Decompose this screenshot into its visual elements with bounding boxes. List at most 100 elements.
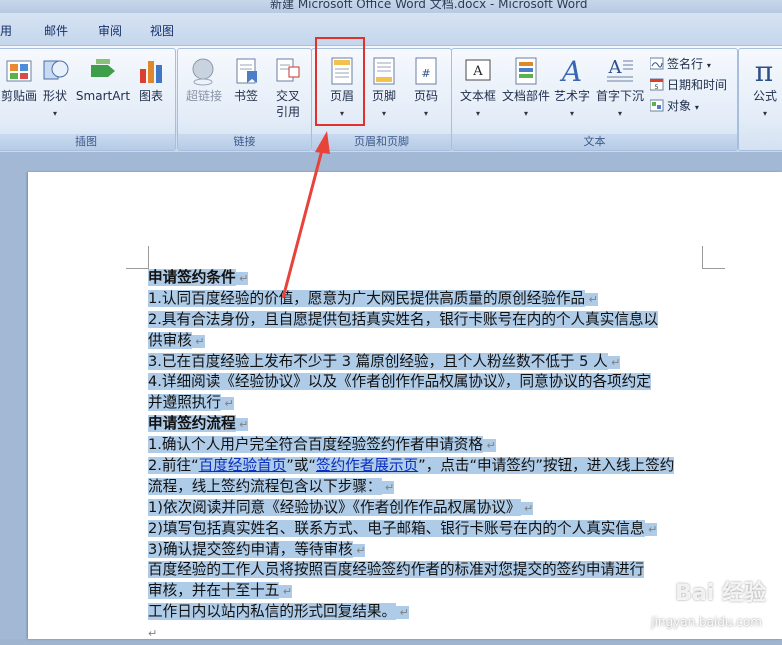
chart-icon (140, 61, 162, 83)
calendar-icon: 5 (650, 78, 664, 91)
paragraph-mark: ↵ (644, 522, 658, 536)
tab-review[interactable]: 审阅 (98, 22, 122, 39)
equation-button[interactable]: π 公式 ▾ (743, 53, 782, 125)
document-line[interactable]: ↵ (148, 623, 704, 644)
selected-text: 3)确认提交签约申请，等待审核 (148, 540, 353, 558)
document-body[interactable]: 申请签约条件 ↵ 1.认同百度经验的价值，愿意为广大网民提供高质量的原创经验作品 … (148, 268, 704, 644)
date-time-label: 日期和时间 (667, 78, 728, 92)
equation-dropdown-icon: ▾ (762, 109, 768, 118)
pi-icon: π (755, 55, 773, 87)
selected-text: 百度经验的工作人员将按照百度经验签约作者的标准对您提交的签约申请进行 (148, 561, 645, 579)
wordart-dropdown-icon: ▾ (569, 109, 575, 118)
drop-cap-dropdown-icon: ▾ (617, 109, 623, 118)
object-button[interactable]: 对象 ▾ (650, 97, 699, 115)
document-line[interactable]: 3)确认提交签约申请，等待审核 ↵ (148, 540, 704, 561)
globe-link-icon (192, 58, 214, 86)
page-number-dropdown-icon: ▾ (423, 109, 429, 118)
drop-cap-button[interactable]: A 首字下沉 ▾ (596, 53, 644, 125)
selected-text: 供审核 (148, 331, 192, 349)
object-dropdown-icon: ▾ (694, 103, 699, 112)
document-line[interactable]: 并遵照执行 ↵ (148, 393, 704, 414)
document-line[interactable]: 百度经验的工作人员将按照百度经验签约作者的标准对您提交的签约申请进行 (148, 560, 704, 581)
cross-reference-label: 交叉 (275, 89, 300, 103)
selected-text: 2.具有合法身份，且自愿提供包括真实姓名，银行卡账号在内的个人真实信息以 (148, 310, 659, 328)
selected-text: 流程，线上签约流程包含以下步骤： (148, 477, 382, 495)
document-line[interactable]: 审核，并在十至十五 ↵ (148, 581, 704, 602)
document-line[interactable]: 流程，线上签约流程包含以下步骤： ↵ (148, 477, 704, 498)
quick-parts-button[interactable]: 文档部件 ▾ (502, 53, 550, 125)
page-number-icon: # (415, 57, 437, 85)
paragraph-mark: ↵ (585, 292, 598, 306)
title-bar: 新建 Microsoft Office Word 文档.docx - Micro… (0, 0, 782, 13)
document-line[interactable]: 申请签约条件 ↵ (148, 268, 704, 289)
text-fragment: ”，点击“申请签约”按钮，进入线上签约 (418, 457, 675, 475)
smartart-icon (91, 59, 115, 77)
paragraph-mark: ↵ (235, 418, 249, 432)
group-links-label: 链接 (178, 134, 311, 150)
document-line[interactable]: 4.详细阅读《经验协议》以及《作者创作作品权属协议》，同意协议的各项约定 (148, 372, 704, 393)
selected-text: 4.详细阅读《经验协议》以及《作者创作作品权属协议》，同意协议的各项约定 (148, 373, 651, 391)
wordart-label: 艺术字 (553, 89, 590, 103)
selected-text: 并遵照执行 (148, 394, 221, 412)
document-line[interactable]: 申请签约流程 ↵ (148, 414, 704, 435)
signature-line-icon (650, 57, 664, 70)
svg-text:π: π (755, 55, 773, 87)
document-line[interactable]: 供审核 ↵ (148, 331, 704, 352)
textbox-label: 文本框 (459, 89, 496, 103)
paragraph-mark: ↵ (352, 543, 366, 557)
crop-mark-top-right (702, 246, 725, 269)
document-line[interactable]: 1.认同百度经验的价值，愿意为广大网民提供高质量的原创经验作品 ↵ (148, 289, 704, 310)
group-text: A 文本框 ▾ 文档部件 ▾ A 艺术字 ▾ A 首字下沉 ▾ 签名行 ▾ 5 … (451, 48, 738, 151)
tab-mailings[interactable]: 邮件 (44, 22, 68, 39)
wordart-button[interactable]: A 艺术字 ▾ (550, 53, 594, 125)
cross-reference-button[interactable]: 交叉 引用 (266, 53, 310, 125)
selected-text: 2)填写包括真实姓名、联系方式、电子邮箱、银行卡账号在内的个人真实信息 (148, 519, 645, 537)
group-symbols: π 公式 ▾ (738, 48, 782, 151)
selected-text: 1.认同百度经验的价值，愿意为广大网民提供高质量的原创经验作品 (148, 289, 586, 307)
document-line[interactable]: 1)依次阅读并同意《经验协议》《作者创作作品权属协议》 ↵ (148, 498, 704, 519)
object-icon (650, 99, 664, 112)
smartart-button[interactable]: SmartArt (76, 53, 130, 125)
smartart-label: SmartArt (75, 89, 131, 103)
signature-line-dropdown-icon: ▾ (706, 61, 711, 70)
paragraph-mark: ↵ (148, 627, 158, 641)
header-button-highlight (315, 37, 365, 126)
document-hyperlink[interactable]: 百度经验首页 (199, 457, 287, 474)
selected-text: 审核，并在十至十五 (148, 582, 280, 600)
svg-text:#: # (421, 67, 430, 80)
textbox-dropdown-icon: ▾ (475, 109, 481, 118)
group-text-label: 文本 (452, 134, 737, 150)
quick-parts-dropdown-icon: ▾ (523, 109, 529, 118)
selected-text: 工作日内以站内私信的形式回复结果。 (148, 603, 397, 621)
bookmark-icon (236, 58, 257, 84)
chart-button[interactable]: 图表 (129, 53, 173, 125)
tab-view[interactable]: 视图 (150, 22, 174, 39)
svg-text:A: A (608, 57, 623, 78)
tab-insert[interactable]: 用 (0, 22, 12, 39)
textbox-button[interactable]: A 文本框 ▾ (456, 53, 500, 125)
cross-reference-icon (276, 58, 300, 82)
selected-text: 1)依次阅读并同意《经验协议》《作者创作作品权属协议》 (148, 498, 521, 516)
ribbon: 剪贴画 形状 ▾ SmartArt 图表 插图 超链接 书签 交叉 引用 链接 … (0, 45, 782, 153)
shapes-button[interactable]: 形状 ▾ (33, 53, 77, 125)
document-line[interactable]: 3.已在百度经验上发布不少于 3 篇原创经验，且个人粉丝数不低于 5 人 ↵ (148, 352, 704, 373)
document-line[interactable]: 2.具有合法身份，且自愿提供包括真实姓名，银行卡账号在内的个人真实信息以 (148, 310, 704, 331)
page-number-button[interactable]: # 页码 ▾ (404, 53, 448, 125)
paragraph-mark: ↵ (235, 272, 249, 285)
svg-text:A: A (472, 64, 483, 79)
document-line[interactable]: 1.确认个人用户完全符合百度经验签约作者申请资格 ↵ (148, 435, 704, 456)
document-line[interactable]: 2.前往“百度经验首页”或“签约作者展示页”，点击“申请签约”按钮，进入线上签约 (148, 456, 704, 477)
date-time-button[interactable]: 5 日期和时间 (650, 76, 727, 94)
cross-reference-label-line2: 引用 (275, 105, 300, 119)
document-line[interactable]: 工作日内以站内私信的形式回复结果。 ↵ (148, 602, 704, 623)
selected-text: 申请签约流程 (148, 415, 236, 433)
document-line[interactable]: 2)填写包括真实姓名、联系方式、电子邮箱、银行卡账号在内的个人真实信息 ↵ (148, 519, 704, 540)
document-hyperlink[interactable]: 签约作者展示页 (316, 457, 418, 474)
paragraph-mark: ↵ (220, 397, 234, 411)
textbox-icon: A (465, 59, 491, 81)
drop-cap-label: 首字下沉 (595, 89, 644, 103)
signature-line-button[interactable]: 签名行 ▾ (650, 55, 711, 73)
window-title: 新建 Microsoft Office Word 文档.docx - Micro… (270, 0, 588, 11)
selected-text: 3.已在百度经验上发布不少于 3 篇原创经验，且个人粉丝数不低于 5 人 (148, 352, 608, 370)
paragraph-mark: ↵ (191, 334, 205, 348)
